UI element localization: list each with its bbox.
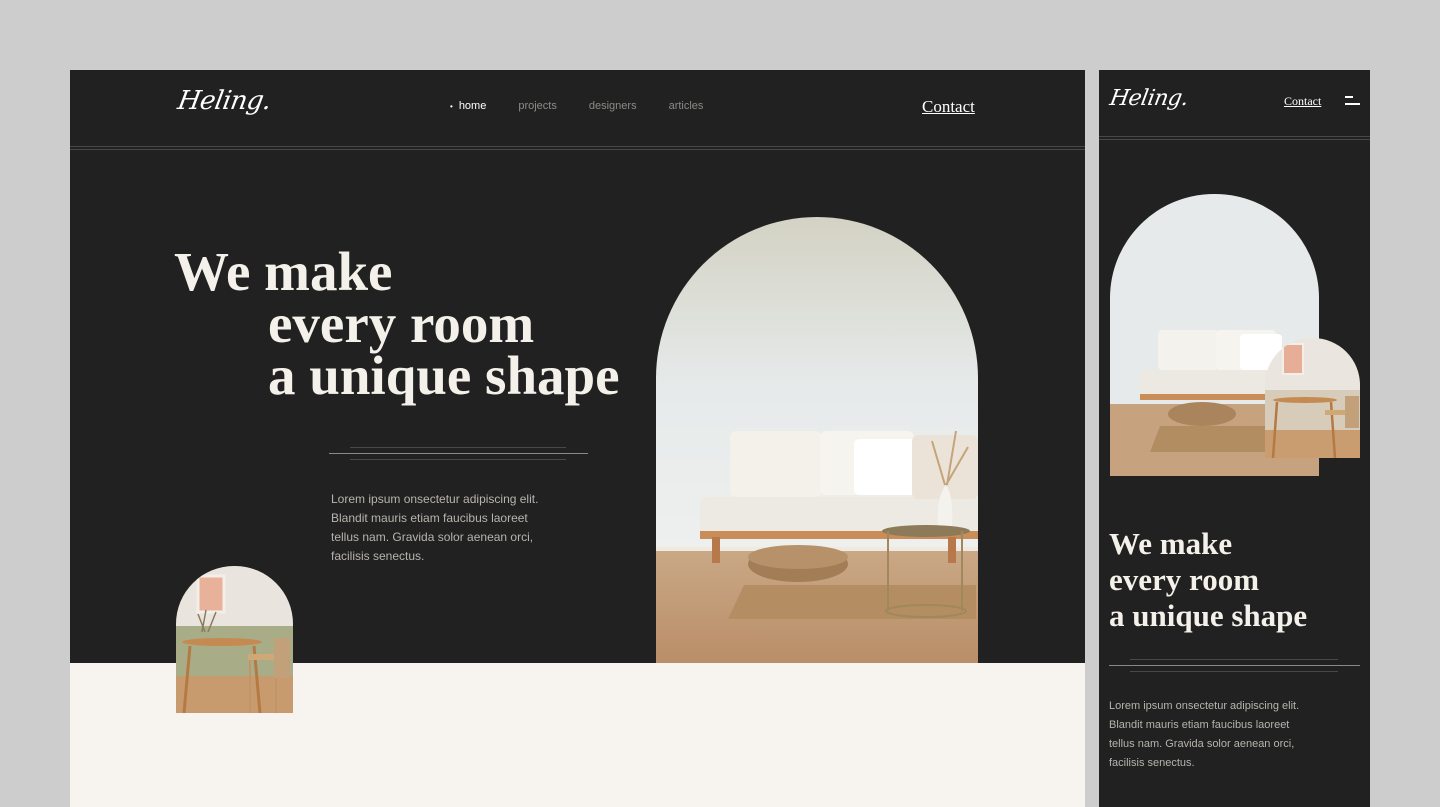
- mobile-hero-rule-2: [1109, 665, 1360, 666]
- thumbnail-image-dining: [176, 566, 293, 713]
- menu-icon[interactable]: [1345, 96, 1361, 108]
- main-nav: home projects designers articles: [450, 100, 704, 112]
- mobile-dining-illustration: [1265, 338, 1360, 458]
- hero-image-living-room: [656, 217, 978, 663]
- headline-line-2: every room: [268, 293, 535, 354]
- hero-headline: We make every room a unique shape: [174, 241, 620, 406]
- hero-rule-2: [329, 453, 588, 454]
- desktop-view: Heling. home projects designers articles…: [70, 70, 1085, 807]
- nav-home[interactable]: home: [450, 100, 487, 112]
- hero-description: Lorem ipsum onsectetur adipiscing elit. …: [331, 492, 539, 563]
- mobile-headline-line-2: every room: [1109, 562, 1260, 597]
- living-room-illustration: [656, 217, 978, 663]
- mobile-hero-rule-3: [1130, 671, 1338, 672]
- mobile-hero-description: Lorem ipsum onsectetur adipiscing elit. …: [1109, 700, 1300, 769]
- header-divider-top: [70, 146, 1085, 147]
- contact-link-mobile[interactable]: Contact: [1284, 94, 1321, 109]
- hero-rule-1: [350, 447, 566, 448]
- headline-line-1: We make: [174, 241, 393, 302]
- mobile-hero-rule-1: [1130, 659, 1338, 660]
- mobile-thumbnail-image-dining: [1265, 338, 1360, 458]
- brand-logo-mobile[interactable]: Heling.: [1108, 86, 1190, 111]
- contact-link[interactable]: Contact: [922, 97, 975, 117]
- mobile-hero-headline: We make every room a unique shape: [1109, 526, 1307, 634]
- mobile-header-divider-top: [1099, 136, 1370, 137]
- mobile-headline-line-1: We make: [1109, 526, 1233, 561]
- headline-line-3: a unique shape: [268, 345, 620, 406]
- brand-logo[interactable]: Heling.: [175, 86, 273, 116]
- nav-articles[interactable]: articles: [669, 100, 704, 112]
- mobile-header-divider-bottom: [1099, 139, 1370, 140]
- mobile-headline-line-3: a unique shape: [1109, 598, 1308, 633]
- header-divider-bottom: [70, 149, 1085, 150]
- nav-designers[interactable]: designers: [589, 100, 637, 112]
- dining-illustration: [176, 566, 293, 713]
- nav-projects[interactable]: projects: [518, 100, 557, 112]
- hero-rule-3: [350, 459, 566, 460]
- mobile-view: Heling. Contact We make every room a uni…: [1099, 70, 1370, 807]
